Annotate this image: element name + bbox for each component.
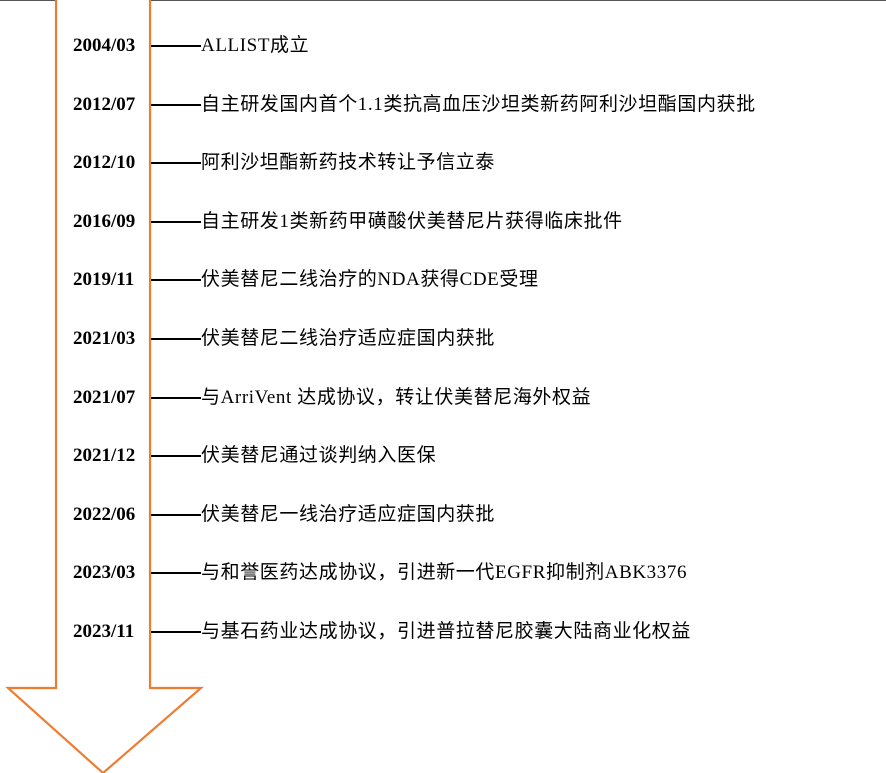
event-description: 伏美替尼二线治疗的NDA获得CDE受理 bbox=[201, 269, 539, 290]
timeline-figure: 2004/03 ALLIST成立 2012/07 自主研发国内首个1.1类抗高血压沙坦… bbox=[0, 0, 886, 773]
event-description: 伏美替尼通过谈判纳入医保 bbox=[201, 445, 437, 466]
event-date: 2012/10 bbox=[73, 152, 136, 173]
connector-dash bbox=[151, 104, 201, 106]
connector-dash bbox=[151, 279, 201, 281]
timeline-event: 2019/11 伏美替尼二线治疗的NDA获得CDE受理 bbox=[73, 265, 539, 295]
event-date: 2012/07 bbox=[73, 94, 136, 115]
connector-dash bbox=[151, 397, 201, 399]
connector-dash bbox=[151, 631, 201, 633]
event-description: 与ArriVent 达成协议，转让伏美替尼海外权益 bbox=[201, 387, 592, 408]
event-description: 与和誉医药达成协议，引进新一代EGFR抑制剂ABK3376 bbox=[201, 562, 688, 583]
event-description: 伏美替尼二线治疗适应症国内获批 bbox=[201, 328, 496, 349]
connector-dash bbox=[151, 162, 201, 164]
event-description: 自主研发国内首个1.1类抗高血压沙坦类新药阿利沙坦酯国内获批 bbox=[201, 94, 756, 115]
timeline-event: 2021/12 伏美替尼通过谈判纳入医保 bbox=[73, 441, 436, 471]
connector-dash bbox=[151, 572, 201, 574]
connector-dash bbox=[151, 45, 201, 47]
timeline-event: 2022/06 伏美替尼一线治疗适应症国内获批 bbox=[73, 500, 495, 530]
timeline-event: 2004/03 ALLIST成立 bbox=[73, 31, 309, 61]
timeline-event: 2012/07 自主研发国内首个1.1类抗高血压沙坦类新药阿利沙坦酯国内获批 bbox=[73, 90, 756, 120]
event-date: 2023/11 bbox=[73, 621, 135, 642]
timeline-event: 2021/03 伏美替尼二线治疗适应症国内获批 bbox=[73, 324, 495, 354]
connector-dash bbox=[151, 221, 201, 223]
connector-dash bbox=[151, 514, 201, 516]
event-date: 2021/12 bbox=[73, 445, 136, 466]
event-date: 2021/03 bbox=[73, 328, 136, 349]
timeline-event: 2021/07 与ArriVent 达成协议，转让伏美替尼海外权益 bbox=[73, 383, 591, 413]
event-date: 2019/11 bbox=[73, 269, 135, 290]
event-description: 与基石药业达成协议，引进普拉替尼胶囊大陆商业化权益 bbox=[201, 621, 692, 642]
event-description: 自主研发1类新药甲磺酸伏美替尼片获得临床批件 bbox=[201, 211, 623, 232]
event-description: 伏美替尼一线治疗适应症国内获批 bbox=[201, 504, 496, 525]
event-date: 2004/03 bbox=[73, 35, 136, 56]
event-date: 2021/07 bbox=[73, 387, 136, 408]
event-description: 阿利沙坦酯新药技术转让予信立泰 bbox=[201, 152, 496, 173]
timeline-event: 2023/11 与基石药业达成协议，引进普拉替尼胶囊大陆商业化权益 bbox=[73, 617, 691, 647]
event-description: ALLIST成立 bbox=[201, 35, 310, 56]
timeline-event: 2012/10 阿利沙坦酯新药技术转让予信立泰 bbox=[73, 148, 495, 178]
timeline-event: 2016/09 自主研发1类新药甲磺酸伏美替尼片获得临床批件 bbox=[73, 207, 623, 237]
event-date: 2022/06 bbox=[73, 504, 136, 525]
timeline-event: 2023/03 与和誉医药达成协议，引进新一代EGFR抑制剂ABK3376 bbox=[73, 558, 687, 588]
connector-dash bbox=[151, 455, 201, 457]
event-date: 2023/03 bbox=[73, 562, 136, 583]
connector-dash bbox=[151, 338, 201, 340]
event-date: 2016/09 bbox=[73, 211, 136, 232]
